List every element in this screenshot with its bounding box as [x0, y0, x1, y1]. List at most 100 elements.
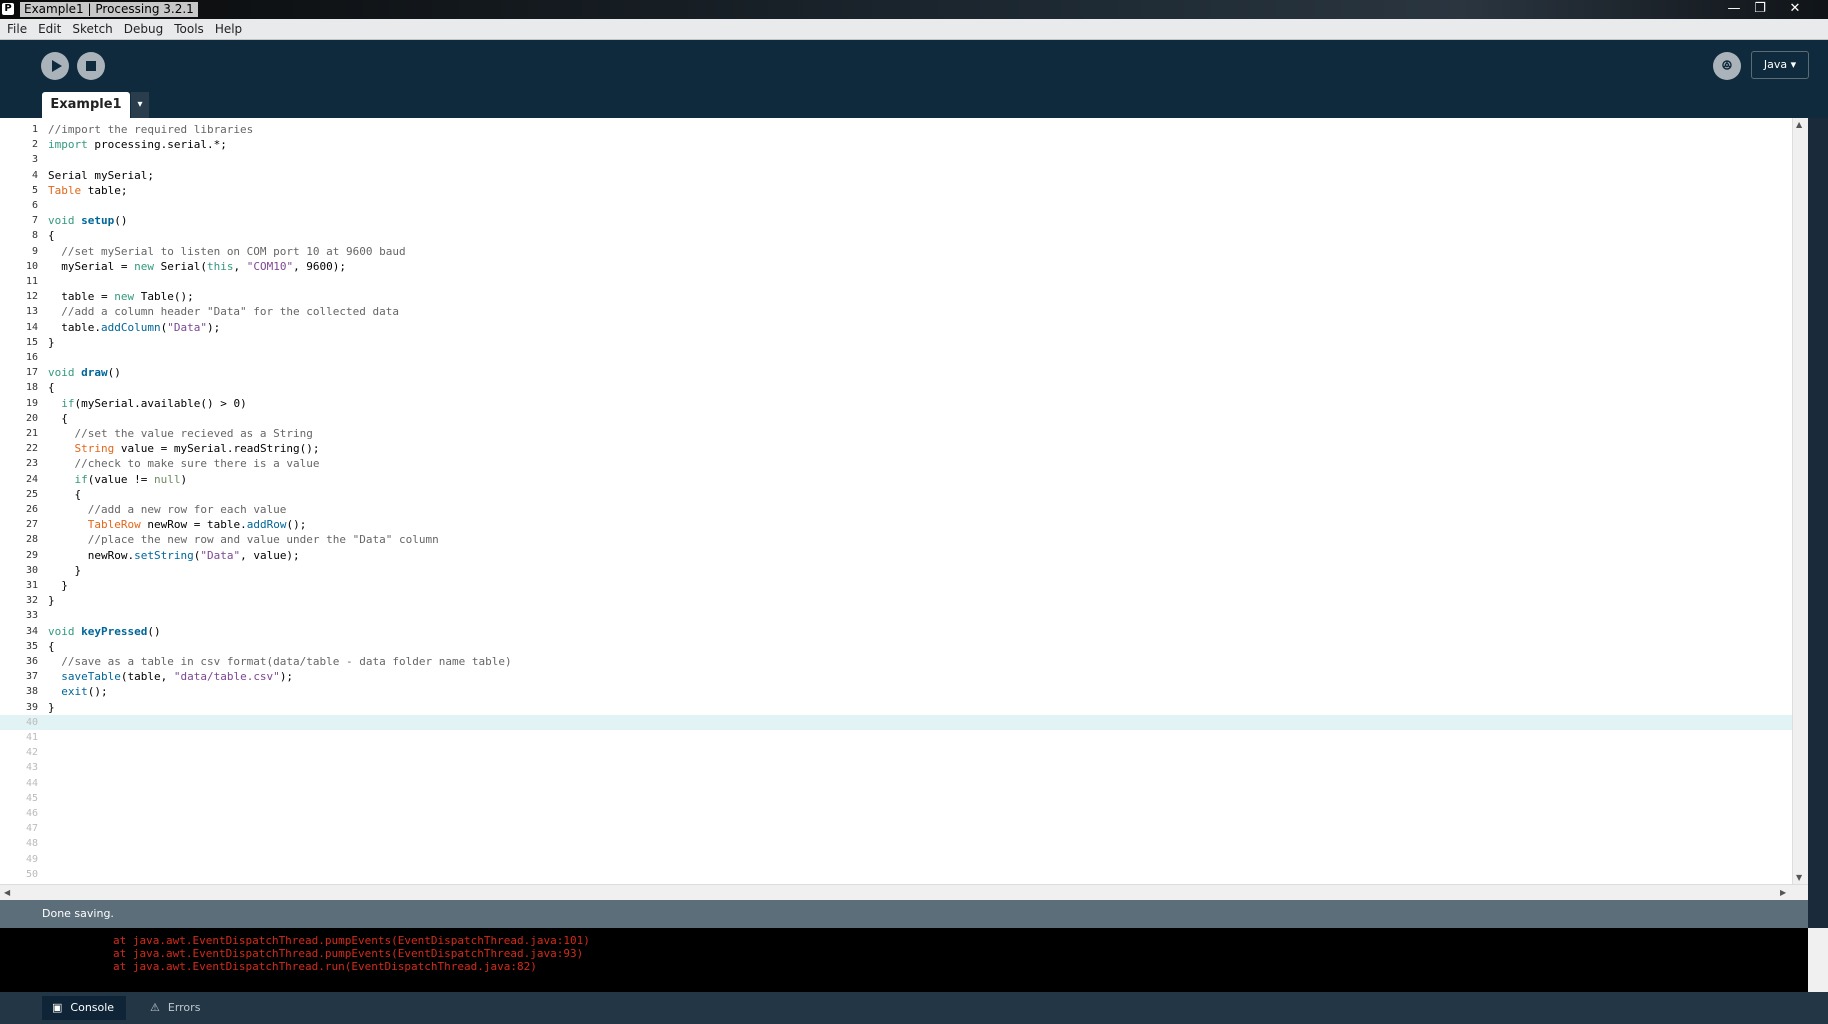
window-titlebar[interactable]: P Example1 | Processing 3.2.1 — ❐ ✕: [0, 0, 1828, 19]
code-token: table =: [48, 290, 115, 304]
line-number: 38: [25, 686, 38, 698]
code-line: if(mySerial.available() > 0): [48, 396, 246, 411]
line-number: 7: [31, 215, 38, 227]
stop-button[interactable]: [77, 52, 105, 80]
line-number: 30: [25, 564, 38, 576]
code-token: "Data": [167, 320, 207, 334]
code-line: if(value != null): [48, 472, 188, 487]
code-token: );: [206, 320, 221, 334]
close-icon[interactable]: ✕: [1781, 0, 1809, 18]
menu-sketch[interactable]: Sketch: [68, 19, 116, 39]
line-number: 3: [31, 154, 38, 166]
code-token: //import the required libraries: [48, 123, 254, 136]
line-number: 21: [25, 428, 38, 439]
line-number: 22: [25, 443, 38, 455]
menu-file[interactable]: File: [3, 19, 31, 39]
code-token: null: [153, 472, 181, 486]
editor-vertical-scrollbar[interactable]: ▲ ▼: [1792, 118, 1809, 884]
line-number: 13: [25, 306, 38, 318]
line-number: 24: [25, 473, 38, 485]
line-number: 37: [25, 671, 38, 683]
code-editor[interactable]: //import the required libraries import pr…: [42, 118, 1792, 884]
scroll-left-icon[interactable]: ◀: [4, 888, 10, 897]
code-token: {: [48, 229, 55, 243]
code-token: void: [48, 624, 75, 638]
status-message: Done saving.: [42, 907, 114, 920]
code-token: //check to make sure there is a value: [74, 457, 320, 471]
code-line: String value = mySerial.readString();: [48, 441, 320, 456]
code-line: void draw(): [48, 365, 121, 380]
warning-icon: ⚠: [150, 1001, 160, 1014]
line-number: 40: [25, 716, 38, 728]
line-number: 34: [25, 625, 38, 637]
line-number: 29: [25, 549, 38, 561]
code-token: import: [48, 138, 88, 152]
tab-console[interactable]: ▣ Console: [42, 996, 127, 1020]
code-token: ();: [286, 518, 307, 532]
code-token: {: [48, 639, 55, 653]
code-token: (): [107, 366, 121, 380]
code-line: }: [48, 700, 55, 715]
line-number: 42: [25, 747, 38, 759]
line-number: 33: [25, 610, 38, 622]
line-number: 45: [25, 792, 38, 804]
menu-bar: File Edit Sketch Debug Tools Help: [0, 19, 1828, 40]
editor-horizontal-scrollbar[interactable]: ◀ ▶: [0, 884, 1808, 901]
line-number: 11: [25, 276, 38, 287]
line-number: 19: [25, 397, 38, 409]
line-number: 44: [25, 777, 38, 789]
errors-tab-label: Errors: [167, 1001, 201, 1014]
line-number: 25: [25, 488, 38, 500]
tab-example1[interactable]: Example1: [42, 92, 130, 118]
line-number: 2: [31, 139, 38, 151]
code-line: saveTable(table, "data/table.csv");: [48, 669, 293, 684]
code-line: Serial mySerial;: [48, 168, 154, 183]
code-token: mySerial =: [48, 259, 135, 273]
line-number: 15: [25, 336, 38, 348]
minimize-icon[interactable]: —: [1720, 0, 1748, 18]
code-token: //add a column header "Data" for the col…: [61, 305, 400, 319]
code-line: //add a new row for each value: [48, 502, 287, 517]
scroll-right-icon[interactable]: ▶: [1780, 888, 1786, 897]
console-line: at java.awt.EventDispatchThread.run(Even…: [113, 960, 537, 973]
code-token: }: [48, 700, 55, 714]
debug-button[interactable]: ꔮ: [1713, 52, 1741, 80]
code-token: (table,: [120, 670, 174, 684]
console-output[interactable]: at java.awt.EventDispatchThread.pumpEven…: [0, 928, 1808, 992]
line-number: 35: [25, 640, 38, 652]
footer-tabs: ▣ Console ⚠ Errors: [0, 992, 1828, 1024]
menu-debug[interactable]: Debug: [120, 19, 167, 39]
code-token: Serial mySerial;: [48, 168, 154, 182]
code-line: {: [48, 228, 55, 243]
console-scrollbar[interactable]: [1808, 928, 1828, 992]
line-number: 10: [25, 260, 38, 272]
menu-tools[interactable]: Tools: [170, 19, 208, 39]
code-token: keyPressed: [81, 624, 148, 638]
code-token: {: [48, 381, 55, 395]
tab-menu-button[interactable]: ▾: [131, 92, 149, 118]
line-number: 17: [25, 367, 38, 379]
mode-selector[interactable]: Java ▾: [1751, 51, 1809, 79]
menu-help[interactable]: Help: [211, 19, 246, 39]
scroll-down-icon[interactable]: ▼: [1796, 873, 1802, 882]
run-button[interactable]: [41, 52, 69, 80]
code-token: //add a new row for each value: [87, 503, 287, 516]
code-line: //import the required libraries: [48, 122, 253, 137]
menu-edit[interactable]: Edit: [34, 19, 65, 39]
code-line: //set mySerial to listen on COM port 10 …: [48, 244, 405, 259]
code-line: }: [48, 335, 55, 350]
scroll-up-icon[interactable]: ▲: [1796, 120, 1802, 129]
code-token: newRow = table.: [140, 518, 247, 532]
code-token: }: [48, 335, 55, 349]
code-line: mySerial = new Serial(this, "COM10", 960…: [48, 259, 346, 274]
tab-errors[interactable]: ⚠ Errors: [150, 996, 200, 1020]
code-token: {: [48, 487, 82, 501]
code-token: "COM10": [246, 259, 294, 273]
maximize-icon[interactable]: ❐: [1746, 0, 1774, 18]
code-line: }: [48, 563, 81, 578]
line-number: 50: [25, 868, 38, 880]
code-token: new: [114, 290, 135, 304]
code-line: }: [48, 593, 55, 608]
